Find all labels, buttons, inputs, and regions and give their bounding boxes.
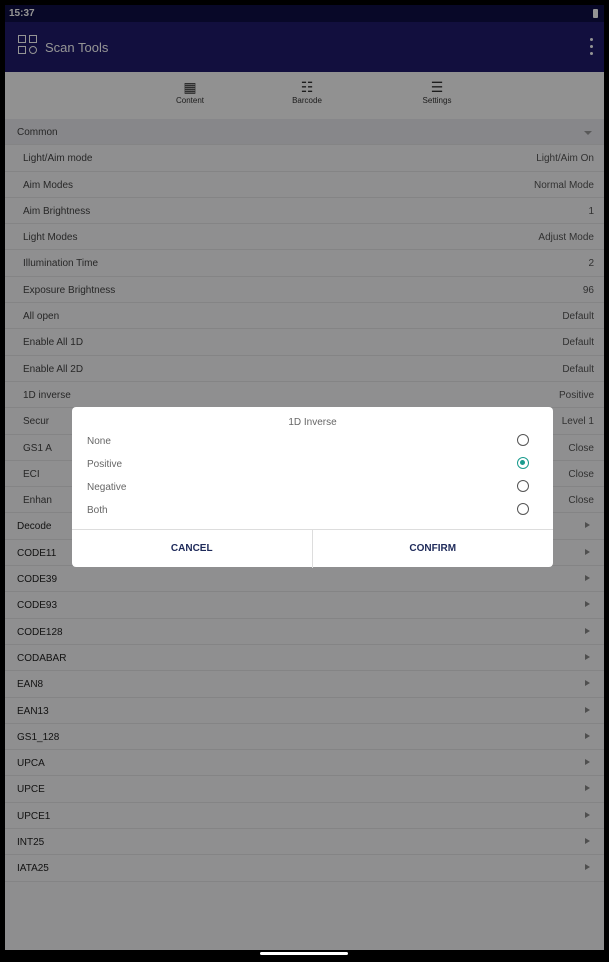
- radio-option-label: Negative: [87, 482, 127, 493]
- cancel-button[interactable]: CANCEL: [72, 530, 313, 568]
- radio-button[interactable]: [517, 434, 529, 446]
- radio-option[interactable]: Both: [72, 500, 553, 522]
- inverse-dialog: 1D Inverse None Positive Negative Both CANC…: [72, 407, 553, 568]
- confirm-button[interactable]: CONFIRM: [313, 530, 554, 568]
- dialog-buttons: CANCEL CONFIRM: [72, 529, 553, 568]
- home-indicator[interactable]: [260, 952, 348, 955]
- nav-bar: [5, 950, 604, 957]
- screen: 15:37 Scan Tools ▦ Content ☷ Barcode ☰ S…: [5, 5, 604, 957]
- radio-option[interactable]: Positive: [72, 454, 553, 476]
- dialog-title: 1D Inverse: [288, 417, 337, 428]
- radio-option-label: Both: [87, 505, 108, 516]
- radio-option[interactable]: None: [72, 431, 553, 453]
- radio-button[interactable]: [517, 457, 529, 469]
- radio-button[interactable]: [517, 480, 529, 492]
- radio-option[interactable]: Negative: [72, 477, 553, 499]
- radio-button[interactable]: [517, 503, 529, 515]
- radio-option-label: Positive: [87, 459, 123, 470]
- radio-option-label: None: [87, 436, 111, 447]
